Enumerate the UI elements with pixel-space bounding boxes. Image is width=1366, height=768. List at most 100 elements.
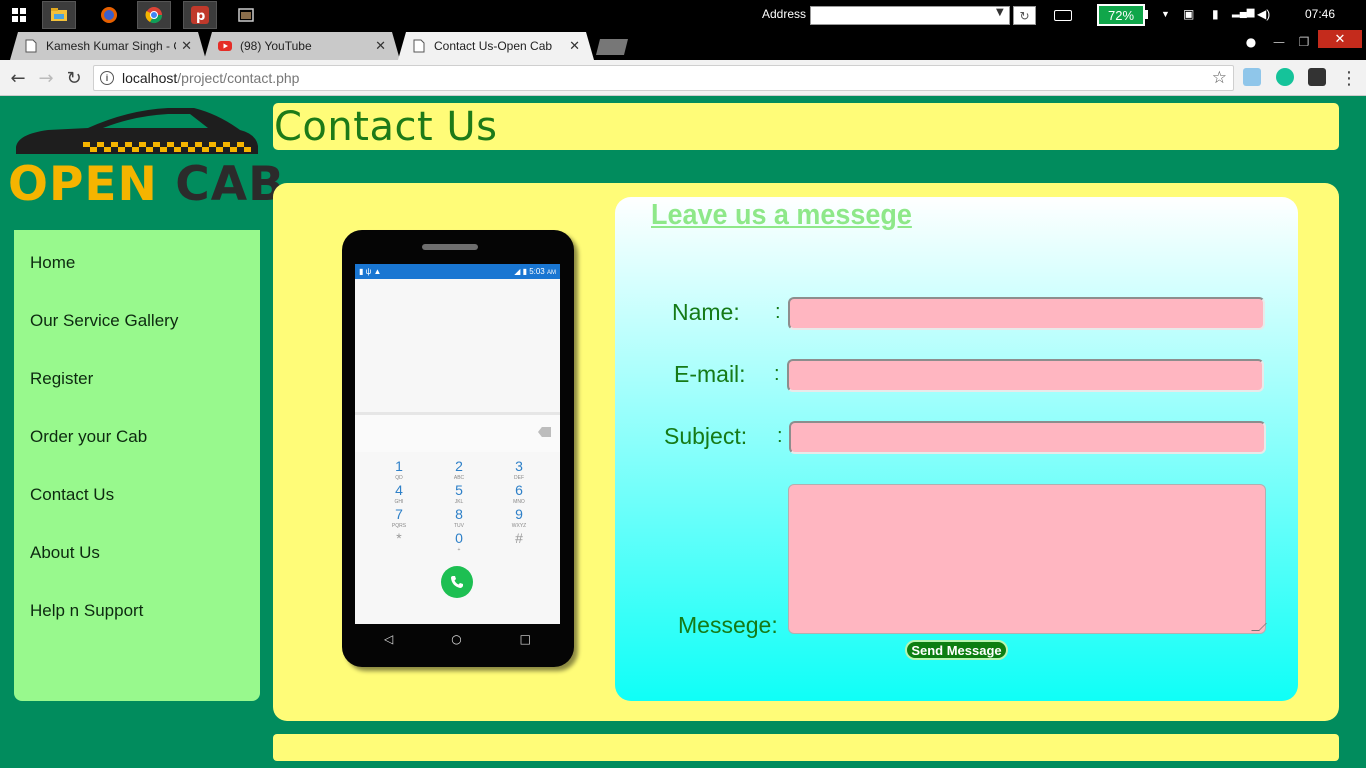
network-off-icon[interactable]: ▣ bbox=[1183, 7, 1194, 21]
subject-colon: : bbox=[777, 425, 783, 447]
close-icon[interactable]: ✕ bbox=[181, 38, 192, 54]
clock[interactable]: 07:46 bbox=[1305, 7, 1335, 21]
contact-card: ▮ ψ ▲ ◢ ▮ 5:03 AM 1 QD 2 ABC 3 DEF 4 GHI 5 JK… bbox=[273, 183, 1339, 721]
menu-dots-icon[interactable]: ⋮ bbox=[1337, 66, 1361, 90]
bookmark-star-icon[interactable]: ☆ bbox=[1212, 68, 1227, 88]
name-label: Name: bbox=[672, 299, 740, 325]
resize-handle-icon[interactable] bbox=[1251, 623, 1267, 631]
windows-taskbar: p Address ▼ ↻ 72% ▼ ▣ ▮ ▂▄▆ ◀) 07:46 bbox=[0, 0, 1366, 30]
refresh-icon[interactable]: ↻ bbox=[1013, 6, 1036, 25]
phone-illustration: ▮ ψ ▲ ◢ ▮ 5:03 AM 1 QD 2 ABC 3 DEF 4 GHI 5 JK… bbox=[342, 230, 574, 667]
sidebar-item-contact[interactable]: Contact Us bbox=[14, 456, 260, 514]
minimize-icon[interactable]: — bbox=[1266, 32, 1292, 52]
logo-word-open: OPEN bbox=[8, 157, 158, 212]
page: OPEN CAB Home Our Service Gallery Regist… bbox=[0, 96, 1366, 768]
maximize-icon[interactable]: ❐ bbox=[1291, 32, 1317, 52]
browser-tab-strip: Kamesh Kumar Singh - C ✕ (98) YouTube ✕ … bbox=[0, 30, 1366, 60]
dial-key: 4 GHI bbox=[394, 482, 404, 505]
sidebar-item-about[interactable]: About Us bbox=[14, 514, 260, 572]
sidebar-nav: Home Our Service Gallery Register Order … bbox=[14, 230, 260, 701]
tab-label: (98) YouTube bbox=[240, 39, 312, 53]
sidebar-item-register[interactable]: Register bbox=[14, 340, 260, 398]
grammarly-icon[interactable] bbox=[1276, 68, 1294, 86]
window-close-button[interactable]: ✕ bbox=[1318, 30, 1362, 48]
battery-indicator[interactable]: 72% bbox=[1097, 4, 1145, 26]
dial-key: 5 JKL bbox=[454, 482, 464, 505]
phone-call-icon bbox=[441, 566, 473, 598]
app-p-icon[interactable]: p bbox=[183, 1, 217, 29]
dial-key: 8 TUV bbox=[454, 506, 464, 529]
doc-icon bbox=[24, 39, 38, 53]
windows-start-icon[interactable] bbox=[2, 1, 36, 29]
footer-bar bbox=[273, 734, 1339, 761]
keyboard-icon[interactable] bbox=[1054, 10, 1072, 21]
phone-nav-bar: ◁ ○ □ bbox=[355, 624, 560, 654]
contact-form: Leave us a messege Name: : E-mail: : Sub… bbox=[615, 197, 1298, 701]
taskbar-address-input[interactable] bbox=[810, 6, 1010, 25]
dial-keypad: 1 QD 2 ABC 3 DEF 4 GHI 5 JKL 6 MNO 7 PQRS 8 TUV … bbox=[369, 458, 549, 553]
volume-icon[interactable]: ◀) bbox=[1257, 7, 1270, 21]
open-cab-logo[interactable]: OPEN CAB bbox=[8, 102, 284, 212]
sidebar-item-home[interactable]: Home bbox=[14, 224, 260, 282]
dial-key: 2 ABC bbox=[453, 458, 465, 481]
name-input[interactable] bbox=[788, 297, 1265, 330]
new-tab-button[interactable] bbox=[596, 39, 628, 55]
dial-key: 7 PQRS bbox=[391, 506, 407, 529]
back-arrow-icon[interactable]: ← bbox=[6, 66, 30, 90]
sidebar-item-gallery[interactable]: Our Service Gallery bbox=[14, 282, 260, 340]
dial-key: 9 WXYZ bbox=[511, 506, 527, 529]
file-explorer-icon[interactable] bbox=[42, 1, 76, 29]
tab-label: Kamesh Kumar Singh - C bbox=[46, 39, 176, 53]
battery-icon[interactable]: ▮ bbox=[1212, 7, 1219, 21]
extension-fst-icon[interactable] bbox=[1243, 68, 1261, 86]
info-icon[interactable]: i bbox=[100, 71, 114, 85]
dial-key: 3 DEF bbox=[514, 458, 524, 481]
close-icon[interactable]: ✕ bbox=[375, 38, 386, 54]
tab-contact-us[interactable]: Contact Us-Open Cab ✕ bbox=[398, 32, 594, 60]
page-title: Contact Us bbox=[274, 104, 498, 150]
send-message-button[interactable]: Send Message bbox=[905, 640, 1008, 660]
tab-kamesh[interactable]: Kamesh Kumar Singh - C ✕ bbox=[10, 32, 206, 60]
tab-label: Contact Us-Open Cab bbox=[434, 39, 553, 53]
dial-key: 0 + bbox=[455, 530, 463, 553]
subject-input[interactable] bbox=[789, 421, 1266, 454]
chevron-down-icon[interactable]: ▼ bbox=[996, 7, 1004, 18]
phone-status-icons: ▮ ψ ▲ bbox=[359, 267, 382, 276]
svg-text:p: p bbox=[196, 9, 205, 24]
dial-key: # bbox=[515, 530, 523, 546]
title-banner: Contact Us bbox=[273, 103, 1339, 150]
car-silhouette-icon bbox=[16, 108, 258, 154]
subject-label: Subject: bbox=[664, 423, 748, 449]
app-window-icon[interactable] bbox=[229, 1, 263, 29]
extension-badge-icon[interactable] bbox=[1308, 68, 1326, 86]
url-path: /project/contact.php bbox=[177, 70, 300, 86]
form-heading: Leave us a messege bbox=[651, 199, 912, 231]
url-bar[interactable]: i localhost/project/contact.php ☆ bbox=[93, 65, 1234, 91]
forward-arrow-icon[interactable]: → bbox=[34, 66, 58, 90]
tray-expand-icon[interactable]: ▼ bbox=[1161, 9, 1170, 19]
name-colon: : bbox=[775, 301, 781, 323]
chrome-icon[interactable] bbox=[137, 1, 171, 29]
youtube-icon bbox=[218, 39, 232, 53]
dial-key: * bbox=[396, 530, 402, 546]
email-colon: : bbox=[774, 363, 780, 385]
sidebar-item-help[interactable]: Help n Support bbox=[14, 572, 260, 630]
message-textarea[interactable] bbox=[788, 484, 1267, 634]
email-input[interactable] bbox=[787, 359, 1264, 392]
close-icon[interactable]: ✕ bbox=[569, 38, 580, 54]
signal-icon[interactable]: ▂▄▆ bbox=[1232, 7, 1254, 18]
reload-icon[interactable]: ↻ bbox=[62, 66, 86, 90]
firefox-icon[interactable] bbox=[92, 1, 126, 29]
backspace-icon bbox=[538, 427, 551, 437]
dial-display bbox=[355, 412, 560, 452]
phone-back-icon: ◁ bbox=[383, 632, 394, 646]
phone-status-time: ◢ ▮ 5:03 AM bbox=[514, 267, 556, 276]
browser-toolbar: ← → ↻ i localhost/project/contact.php ☆ … bbox=[0, 60, 1366, 96]
tab-youtube[interactable]: (98) YouTube ✕ bbox=[204, 32, 400, 60]
phone-status-bar: ▮ ψ ▲ ◢ ▮ 5:03 AM bbox=[355, 264, 560, 279]
sidebar-item-order-cab[interactable]: Order your Cab bbox=[14, 398, 260, 456]
doc-icon bbox=[412, 39, 426, 53]
battery-tip bbox=[1145, 10, 1148, 19]
phone-recents-icon: □ bbox=[519, 632, 531, 646]
profile-icon[interactable]: ● bbox=[1238, 32, 1264, 52]
